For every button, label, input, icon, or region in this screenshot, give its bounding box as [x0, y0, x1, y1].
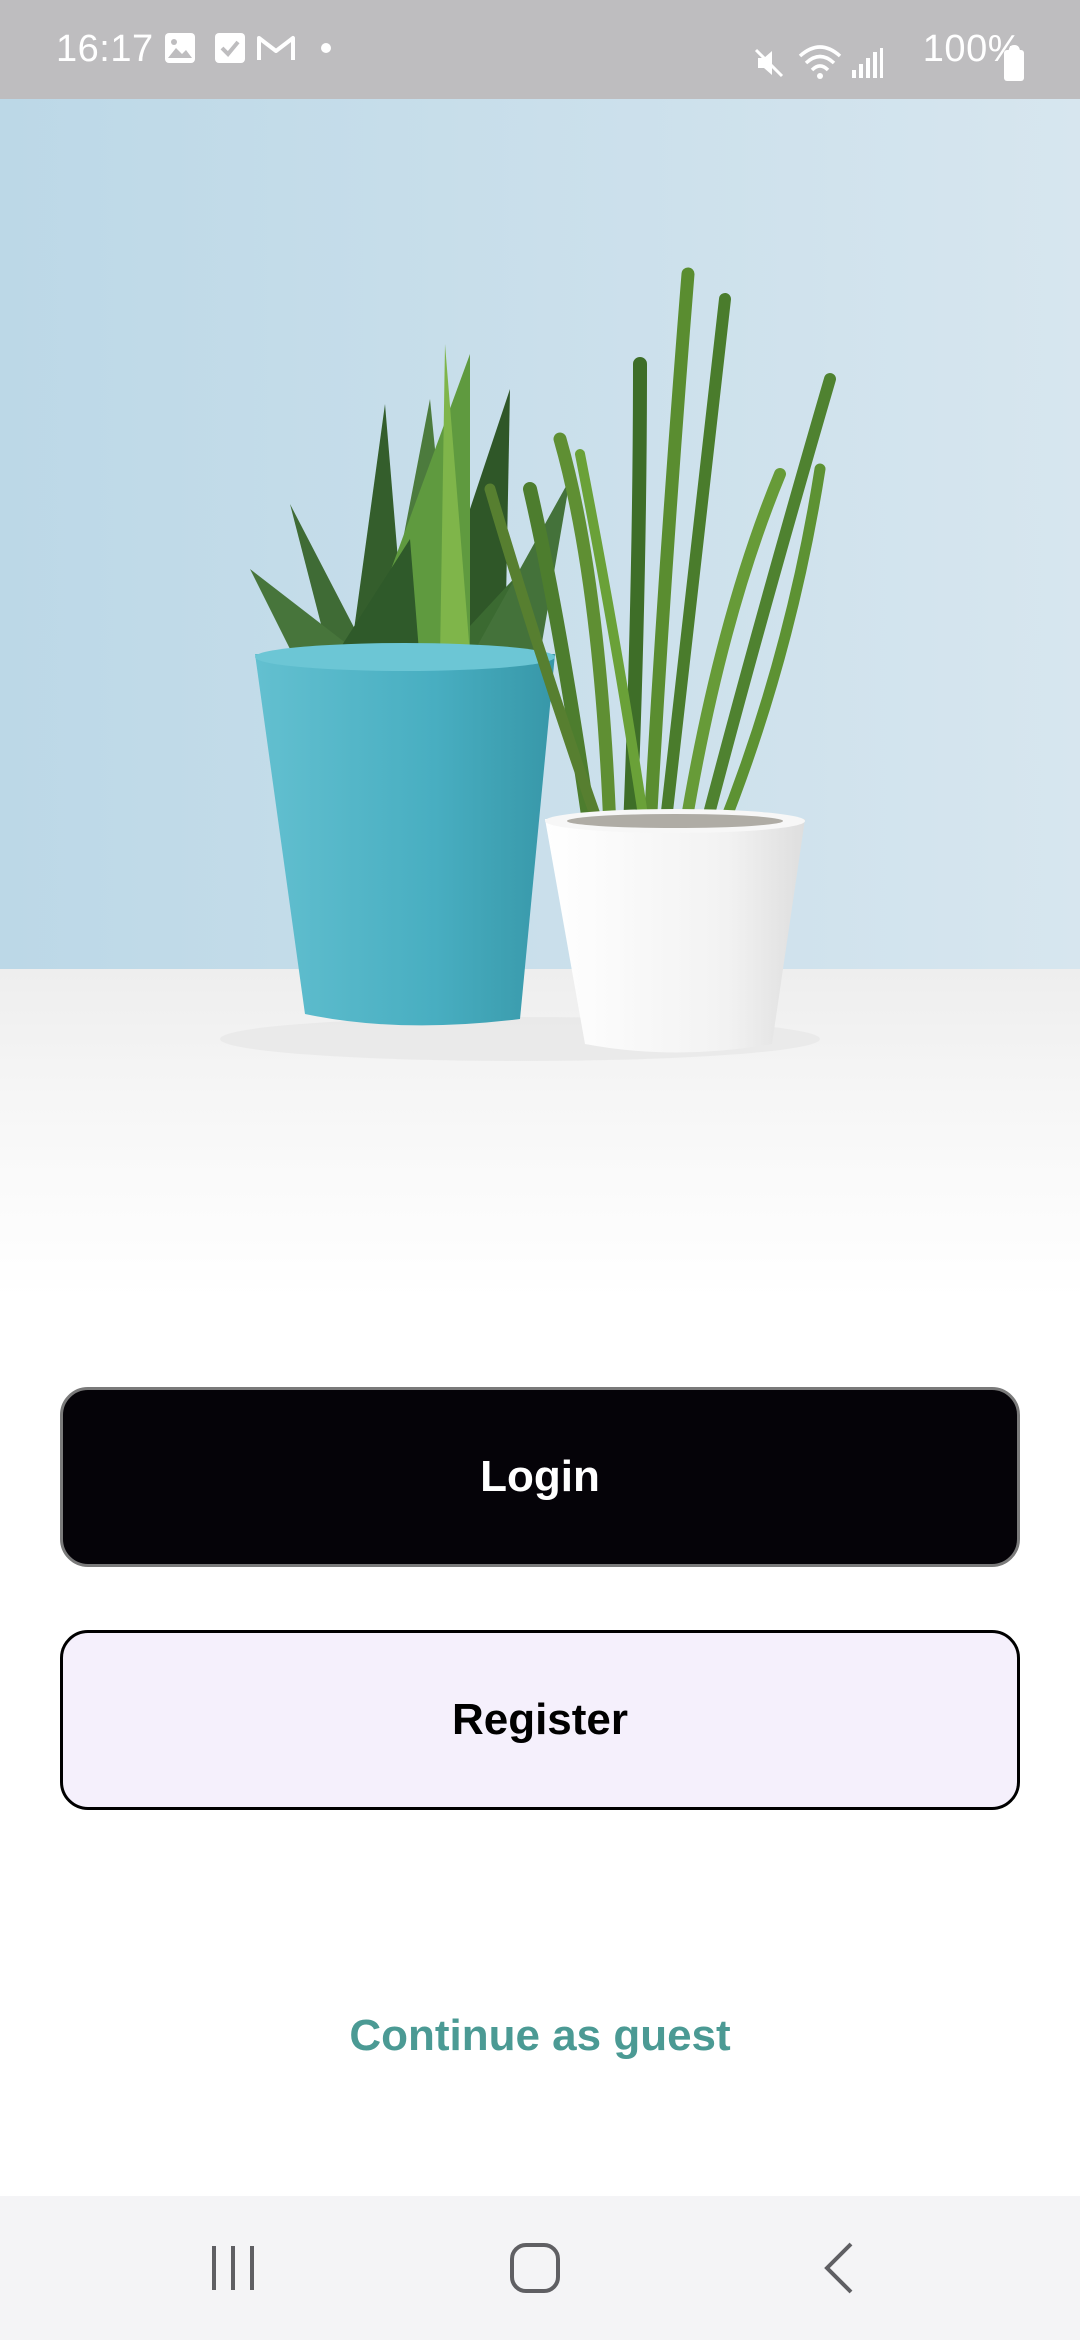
navigation-bar [0, 2196, 1080, 2340]
register-button[interactable]: Register [60, 1630, 1020, 1810]
mute-icon [754, 48, 784, 78]
home-icon [510, 2243, 560, 2293]
login-button[interactable]: Login [60, 1387, 1020, 1567]
signal-icon [852, 48, 883, 78]
status-bar: 16:17 100% [0, 0, 1080, 99]
battery-icon [1004, 46, 1024, 81]
gallery-icon [165, 33, 195, 63]
dot-icon [321, 43, 331, 53]
continue-as-guest-link[interactable]: Continue as guest [0, 2000, 1080, 2072]
checkbox-icon [215, 33, 245, 63]
status-time: 16:17 [56, 28, 154, 70]
back-button[interactable] [758, 2196, 918, 2340]
gmail-icon [257, 36, 295, 60]
hero-image [0, 99, 1080, 1299]
recent-apps-icon [212, 2246, 254, 2290]
back-icon [824, 2242, 853, 2294]
wifi-icon [798, 45, 842, 79]
home-button[interactable] [455, 2196, 615, 2340]
recent-apps-button[interactable] [153, 2196, 313, 2340]
